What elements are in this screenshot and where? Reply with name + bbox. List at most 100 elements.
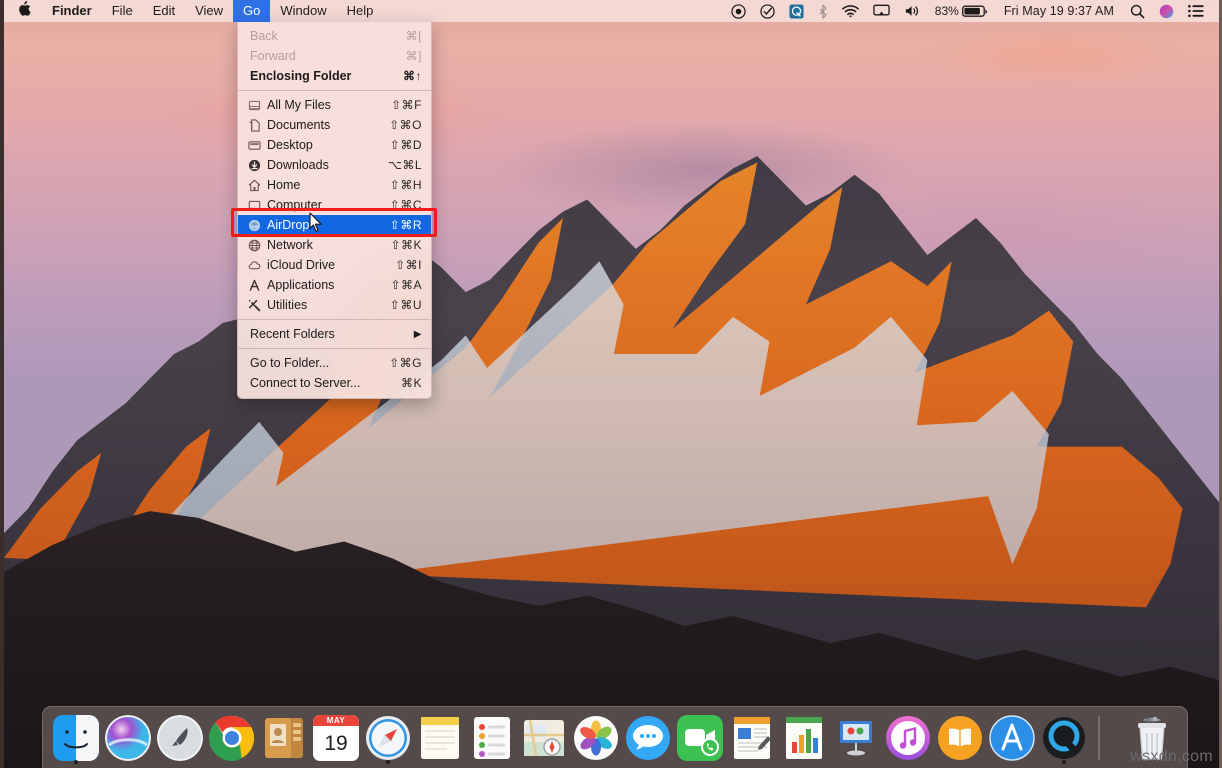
volume-icon[interactable] [897,4,928,18]
dock-item-facetime[interactable] [674,710,726,766]
dock-item-chrome[interactable] [206,710,258,766]
dock-item-maps[interactable] [518,710,570,766]
quicktime-blue-icon[interactable] [782,4,811,19]
dock-item-pages[interactable] [726,710,778,766]
menu-item-downloads[interactable]: Downloads ⌥⌘L [238,155,431,175]
messages-icon [625,715,671,761]
dock-separator [1098,716,1100,760]
launchpad-icon [157,715,203,761]
dock-item-trash[interactable] [1126,710,1178,766]
menu-item-utilities[interactable]: Utilities ⇧⌘U [238,295,431,315]
dock-item-notes[interactable] [414,710,466,766]
running-indicator [74,760,78,764]
battery-status[interactable]: 83% [928,0,995,22]
menu-separator [238,319,431,320]
dock-item-calendar[interactable]: MAY 19 [310,710,362,766]
siri-icon[interactable] [1152,4,1181,19]
dock-item-messages[interactable] [622,710,674,766]
computer-icon [248,199,265,212]
menu-bar-item-finder[interactable]: Finder [42,0,102,22]
dock-item-reminders[interactable] [466,710,518,766]
notes-icon [417,715,463,761]
icloud-drive-icon [248,259,265,272]
menu-item-label: Applications [267,278,380,292]
menu-item-go-to-folder[interactable]: Go to Folder... ⇧⌘G [238,353,431,373]
menu-item-all-my-files[interactable]: All My Files ⇧⌘F [238,95,431,115]
menu-bar-item-view[interactable]: View [185,0,233,22]
dock-item-itunes[interactable] [882,710,934,766]
menu-bar-item-go[interactable]: Go [233,0,270,22]
maps-icon [521,715,567,761]
dock-item-siri[interactable] [102,710,154,766]
app-store-icon [989,715,1035,761]
dock[interactable]: MAY 19 [42,706,1188,768]
calendar-icon: MAY 19 [313,715,359,761]
menu-item-airdrop[interactable]: AirDrop ⇧⌘R [238,215,431,235]
menu-item-icloud-drive[interactable]: iCloud Drive ⇧⌘I [238,255,431,275]
all-my-files-icon [248,99,265,112]
dock-item-photos[interactable] [570,710,622,766]
menu-item-recent-folders[interactable]: Recent Folders ▶ [238,324,431,344]
airdrop-icon [248,219,265,232]
menu-item-connect-to-server[interactable]: Connect to Server... ⌘K [238,373,431,393]
menu-bar-item-file[interactable]: File [102,0,143,22]
photos-icon [573,715,619,761]
dock-item-quicktime[interactable] [1038,710,1090,766]
keynote-icon [833,715,879,761]
menu-item-label: Utilities [267,298,380,312]
menu-item-desktop[interactable]: Desktop ⇧⌘D [238,135,431,155]
menu-item-label: Desktop [267,138,380,152]
dock-item-contacts[interactable] [258,710,310,766]
dock-item-finder[interactable] [50,710,102,766]
menu-bar-clock[interactable]: Fri May 19 9:37 AM [995,0,1123,22]
menu-item-applications[interactable]: Applications ⇧⌘A [238,275,431,295]
dock-item-keynote[interactable] [830,710,882,766]
menu-item-shortcut: ⇧⌘C [380,198,422,212]
menu-bar: Finder File Edit View Go Window Help [4,0,1219,22]
dock-item-app-store[interactable] [986,710,1038,766]
menu-item-home[interactable]: Home ⇧⌘H [238,175,431,195]
dock-item-ibooks[interactable] [934,710,986,766]
menu-item-label: Computer [267,198,380,212]
pages-icon [729,715,775,761]
todo-check-icon[interactable] [753,4,782,19]
menu-item-label: Network [267,238,380,252]
menu-item-shortcut: ⇧⌘D [380,138,422,152]
menu-item-computer[interactable]: Computer ⇧⌘C [238,195,431,215]
itunes-icon [885,715,931,761]
dock-item-launchpad[interactable] [154,710,206,766]
calendar-month-label: MAY [313,715,359,726]
desktop-icon [248,139,265,152]
menu-item-label: Back [250,29,396,43]
dock-item-safari[interactable] [362,710,414,766]
menu-item-documents[interactable]: Documents ⇧⌘O [238,115,431,135]
menu-item-label: Connect to Server... [250,376,391,390]
menu-bar-item-edit[interactable]: Edit [143,0,185,22]
screen-record-icon[interactable] [724,4,753,19]
menu-bar-item-help[interactable]: Help [337,0,384,22]
ibooks-icon [937,715,983,761]
menu-item-back: Back ⌘[ [238,26,431,46]
dock-item-numbers[interactable] [778,710,830,766]
facetime-icon [677,715,723,761]
safari-icon [365,715,411,761]
menu-bar-status-items: 83% Fri May 19 9:37 AM [724,0,1219,22]
menu-item-network[interactable]: Network ⇧⌘K [238,235,431,255]
menu-bar-item-window[interactable]: Window [270,0,336,22]
notification-center-icon[interactable] [1181,4,1211,18]
menu-item-label: Go to Folder... [250,356,379,370]
submenu-arrow-icon: ▶ [404,329,422,340]
menu-item-shortcut: ⇧⌘O [379,118,422,132]
network-icon [248,239,265,252]
bluetooth-icon[interactable] [811,4,835,19]
menu-item-enclosing-folder[interactable]: Enclosing Folder ⌘↑ [238,66,431,86]
menu-item-label: Forward [250,49,396,63]
menu-item-label: Enclosing Folder [250,69,393,83]
go-dropdown-menu[interactable]: Back ⌘[ Forward ⌘] Enclosing Folder ⌘↑ A… [237,22,432,399]
menu-item-shortcut: ⌘[ [396,29,422,43]
wifi-icon[interactable] [835,4,866,18]
airplay-icon[interactable] [866,4,897,18]
search-icon[interactable] [1123,4,1152,19]
downloads-icon [248,159,265,172]
apple-menu-icon[interactable] [4,0,42,22]
